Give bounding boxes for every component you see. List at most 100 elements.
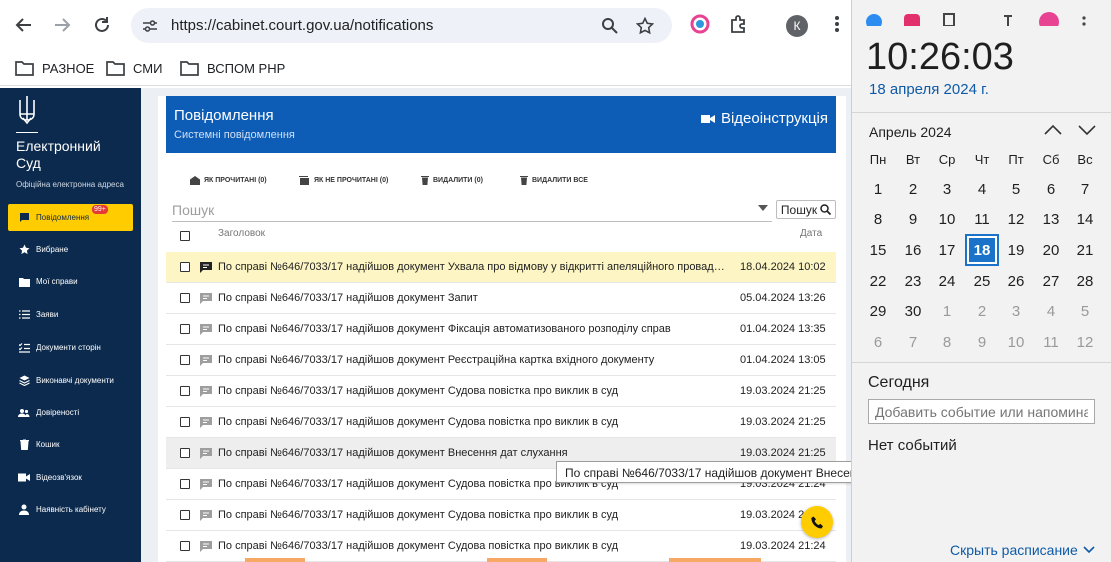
calendar-day[interactable]: 6 — [863, 328, 893, 356]
month-label[interactable]: Апрель 2024 — [869, 124, 952, 140]
calendar-day[interactable]: 2 — [898, 175, 928, 203]
table-row[interactable]: По справі №646/7033/17 надійшов документ… — [166, 252, 836, 283]
calendar-day[interactable]: 9 — [898, 205, 928, 233]
dropdown-arrow-icon[interactable] — [758, 205, 768, 211]
calendar-day[interactable]: 1 — [863, 175, 893, 203]
calendar-day[interactable]: 15 — [863, 236, 893, 264]
calendar-day[interactable]: 5 — [1070, 297, 1100, 325]
select-all-checkbox[interactable] — [180, 231, 190, 241]
delete-button[interactable]: ВИДАЛИТИ (0) — [421, 172, 483, 188]
row-checkbox[interactable] — [180, 293, 190, 303]
column-header-date[interactable]: Дата — [800, 228, 822, 239]
zoom-icon[interactable] — [600, 16, 620, 36]
row-checkbox[interactable] — [180, 510, 190, 520]
calendar-day[interactable]: 28 — [1070, 267, 1100, 295]
row-checkbox[interactable] — [180, 324, 190, 334]
calendar-day[interactable]: 11 — [967, 205, 997, 233]
calendar-day[interactable]: 9 — [967, 328, 997, 356]
calendar-day[interactable]: 16 — [898, 236, 928, 264]
calendar-day[interactable]: 10 — [1001, 328, 1031, 356]
calendar-day[interactable]: 2 — [967, 297, 997, 325]
mark-read-button[interactable]: ЯК ПРОЧИТАНІ (0) — [190, 172, 267, 188]
calendar-day[interactable]: 29 — [863, 297, 893, 325]
table-row[interactable]: По справі №646/7033/17 надійшов документ… — [166, 376, 836, 407]
video-instruction-link[interactable]: Відеоінструкція — [700, 110, 828, 127]
calendar-day[interactable]: 7 — [1070, 175, 1100, 203]
sidebar-item-powers-of-attorney[interactable]: Довіреності — [8, 399, 133, 426]
bookmark-folder-raznoe[interactable]: РАЗНОЕ — [15, 58, 94, 78]
calendar-day[interactable]: 12 — [1070, 328, 1100, 356]
bookmark-star-icon[interactable] — [635, 16, 655, 36]
table-row[interactable]: По справі №646/7033/17 надійшов документ… — [166, 283, 836, 314]
bookmark-folder-vspom-php[interactable]: ВСПОМ PHP — [180, 58, 285, 78]
calendar-day[interactable]: 13 — [1036, 205, 1066, 233]
sidebar-item-party-documents[interactable]: Документи сторін — [8, 334, 133, 361]
bookmark-folder-smi[interactable]: СМИ — [106, 58, 162, 78]
call-button[interactable] — [801, 506, 833, 538]
calendar-day[interactable]: 6 — [1036, 175, 1066, 203]
chevron-down-icon[interactable] — [1078, 124, 1096, 136]
calendar-day[interactable]: 12 — [1001, 205, 1031, 233]
calendar-day[interactable]: 7 — [898, 328, 928, 356]
calendar-day[interactable]: 21 — [1070, 236, 1100, 264]
search-input[interactable] — [172, 200, 732, 220]
table-row[interactable]: По справі №646/7033/17 надійшов документ… — [166, 345, 836, 376]
calendar-day[interactable]: 23 — [898, 267, 928, 295]
address-bar[interactable]: https://cabinet.court.gov.ua/notificatio… — [131, 8, 672, 43]
sidebar-item-executive-documents[interactable]: Виконавчі документи — [8, 367, 133, 394]
mark-unread-button[interactable]: ЯК НЕ ПРОЧИТАНІ (0) — [299, 172, 388, 188]
table-row[interactable]: По справі №646/7033/17 надійшов документ… — [166, 500, 836, 531]
row-checkbox[interactable] — [180, 386, 190, 396]
sidebar-item-my-cases[interactable]: Мої справи — [8, 268, 133, 295]
sidebar-item-notifications[interactable]: Повідомлення 99+ — [8, 204, 133, 231]
sidebar-item-applications[interactable]: Заяви — [8, 301, 133, 328]
calendar-day[interactable]: 20 — [1036, 236, 1066, 264]
forward-button[interactable] — [47, 10, 77, 40]
reload-button[interactable] — [87, 10, 117, 40]
row-checkbox[interactable] — [180, 541, 190, 551]
site-info-icon[interactable] — [140, 16, 160, 36]
calendar-day[interactable]: 26 — [1001, 267, 1031, 295]
calendar-day[interactable]: 19 — [1001, 236, 1031, 264]
calendar-day[interactable]: 11 — [1036, 328, 1066, 356]
extensions-puzzle-icon[interactable] — [728, 13, 750, 35]
hide-schedule-button[interactable]: Скрыть расписание — [950, 542, 1095, 558]
search-button[interactable]: Пошук — [776, 200, 836, 219]
kebab-menu-icon[interactable] — [826, 13, 848, 35]
calendar-day[interactable]: 3 — [932, 175, 962, 203]
calendar-day[interactable]: 22 — [863, 267, 893, 295]
calendar-day[interactable]: 4 — [967, 175, 997, 203]
color-extension-icon[interactable] — [689, 13, 711, 35]
calendar-day[interactable]: 27 — [1036, 267, 1066, 295]
table-row[interactable]: По справі №646/7033/17 надійшов документ… — [166, 314, 836, 345]
calendar-day[interactable]: 25 — [967, 267, 997, 295]
calendar-day-today[interactable]: 18 — [965, 234, 999, 266]
calendar-day[interactable]: 1 — [932, 297, 962, 325]
sidebar-item-video-call[interactable]: Відеозв'язок — [8, 464, 133, 491]
sidebar-item-trash[interactable]: Кошик — [8, 431, 133, 458]
profile-avatar[interactable]: К — [786, 15, 808, 37]
add-event-input[interactable] — [868, 399, 1095, 424]
calendar-day[interactable]: 30 — [898, 297, 928, 325]
calendar-day[interactable]: 17 — [932, 236, 962, 264]
table-row[interactable]: По справі №646/7033/17 надійшов документ… — [166, 407, 836, 438]
chevron-up-icon[interactable] — [1044, 124, 1062, 136]
row-checkbox[interactable] — [180, 479, 190, 489]
row-checkbox[interactable] — [180, 417, 190, 427]
calendar-day[interactable]: 10 — [932, 205, 962, 233]
calendar-day[interactable]: 8 — [932, 328, 962, 356]
calendar-day[interactable]: 24 — [932, 267, 962, 295]
row-checkbox[interactable] — [180, 355, 190, 365]
calendar-day[interactable]: 3 — [1001, 297, 1031, 325]
row-checkbox[interactable] — [180, 262, 190, 272]
row-checkbox[interactable] — [180, 448, 190, 458]
full-date-link[interactable]: 18 апреля 2024 г. — [869, 81, 989, 98]
calendar-day[interactable]: 4 — [1036, 297, 1066, 325]
calendar-day[interactable]: 5 — [1001, 175, 1031, 203]
calendar-day[interactable]: 14 — [1070, 205, 1100, 233]
back-button[interactable] — [9, 10, 39, 40]
sidebar-item-cabinet-check[interactable]: Наявність кабінету — [8, 496, 133, 523]
sidebar-item-favorites[interactable]: Вибране — [8, 236, 133, 263]
calendar-day[interactable]: 8 — [863, 205, 893, 233]
delete-all-button[interactable]: ВИДАЛИТИ ВСЕ — [520, 172, 588, 188]
